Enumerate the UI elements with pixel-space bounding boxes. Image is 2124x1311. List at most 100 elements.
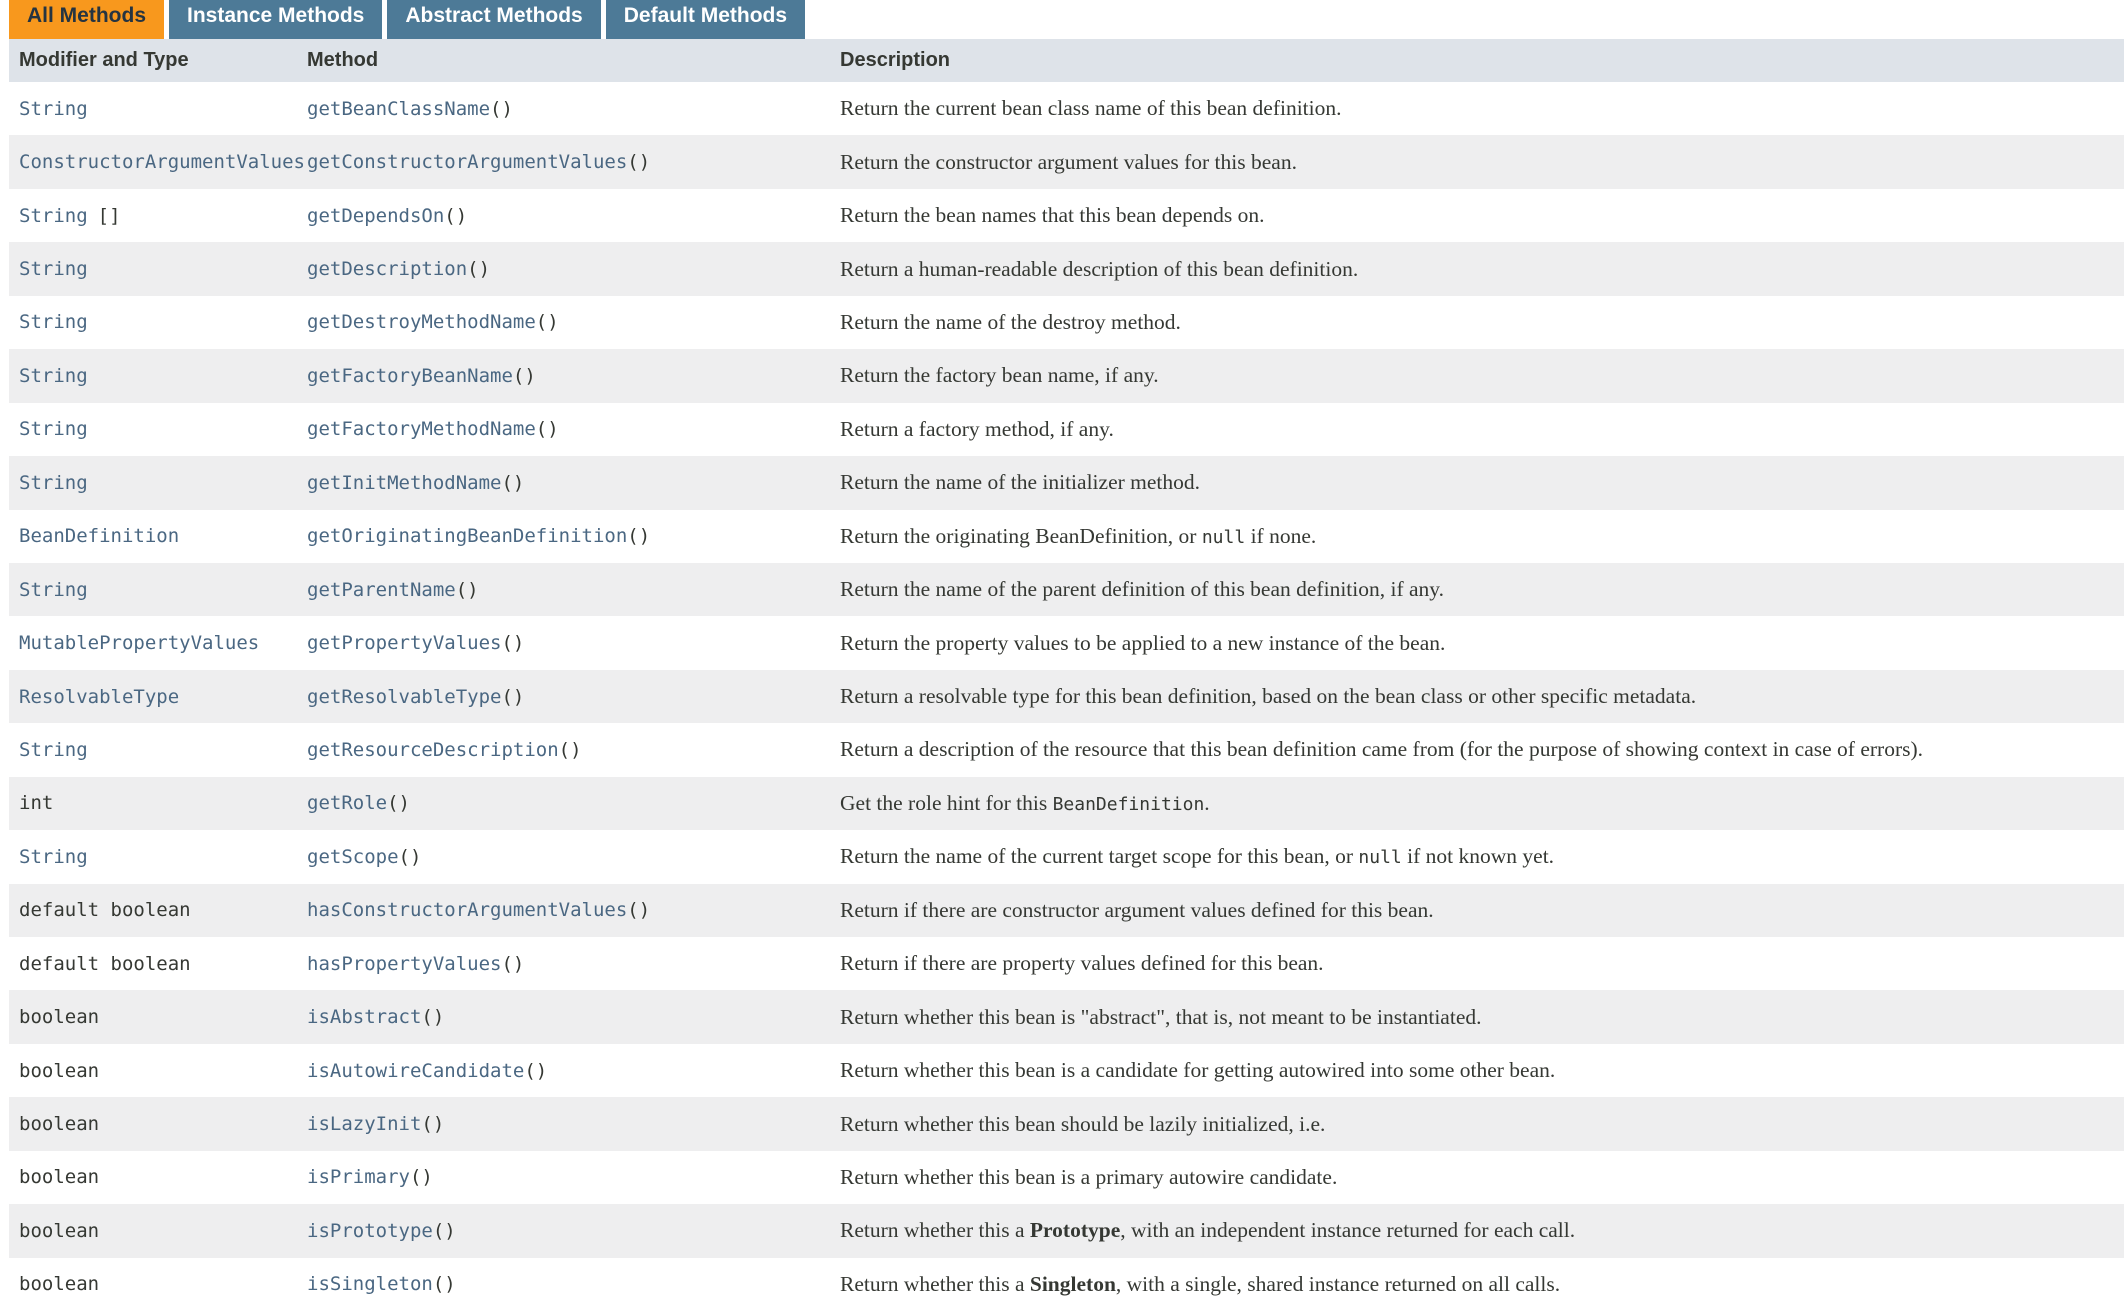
type-link[interactable]: String <box>19 418 88 440</box>
tab-instance-methods[interactable]: Instance Methods <box>169 0 383 39</box>
type-link[interactable]: MutablePropertyValues <box>19 632 259 654</box>
method-link[interactable]: isLazyInit <box>307 1113 421 1135</box>
tab-default-methods[interactable]: Default Methods <box>605 0 806 39</box>
method-link[interactable]: getDescription <box>307 258 467 280</box>
description-text: Return a human-readable description of t… <box>840 256 1359 281</box>
method-link[interactable]: getRole <box>307 792 387 814</box>
table-row: boolean isPrimary() Return whether this be… <box>9 1150 2124 1205</box>
method-parens: () <box>387 792 410 815</box>
table-row: boolean isLazyInit() Return whether this b… <box>9 1097 2124 1151</box>
method-parens: () <box>558 738 582 761</box>
method-link[interactable]: hasConstructorArgumentValues <box>307 899 627 921</box>
type-link[interactable]: String <box>19 846 88 868</box>
method-link[interactable]: getParentName <box>307 579 456 601</box>
type-cell: int <box>9 792 297 814</box>
description-cell: Return whether this bean is "abstract", … <box>830 1005 2124 1030</box>
method-link[interactable]: getFactoryBeanName <box>307 365 513 387</box>
method-cell: getPropertyValues() <box>297 632 830 654</box>
type-text: int <box>19 792 54 815</box>
method-parens: () <box>627 151 651 174</box>
method-link[interactable]: isSingleton <box>307 1273 433 1295</box>
type-link[interactable]: String <box>19 205 88 227</box>
method-link[interactable]: getOriginatingBeanDefinition <box>307 525 627 547</box>
method-parens: () <box>432 1273 456 1296</box>
method-link[interactable]: getFactoryMethodName <box>307 418 536 440</box>
type-text: default boolean <box>19 899 191 922</box>
tab-all-methods[interactable]: All Methods <box>9 0 164 39</box>
description-cell: Return if there are property values defi… <box>830 951 2124 976</box>
method-link[interactable]: getConstructorArgumentValues <box>307 151 627 173</box>
type-cell: String <box>9 579 297 601</box>
description-cell: Return whether this a Prototype, with an… <box>830 1218 2124 1243</box>
bold-term: Prototype <box>1029 1218 1121 1243</box>
description-text: Return the originating BeanDefinition, o… <box>840 523 1202 548</box>
inline-code: null <box>1358 847 1402 869</box>
column-header-method: Method <box>307 49 379 71</box>
table-row: MutablePropertyValues getPropertyValues()… <box>9 616 2124 670</box>
description-text: if not known yet. <box>1401 844 1555 869</box>
method-link[interactable]: getResolvableType <box>307 686 501 708</box>
method-summary: All Methods Instance Methods Abstract Me… <box>9 0 2124 1311</box>
table-row: BeanDefinition getOriginatingBeanDefiniti… <box>9 509 2124 563</box>
type-link[interactable]: String <box>19 739 88 761</box>
type-cell: MutablePropertyValues <box>9 632 297 654</box>
type-cell: String <box>9 98 297 120</box>
method-cell: getBeanClassName() <box>297 98 830 120</box>
table-row: int getRole() Get the role hint for this B… <box>9 776 2124 831</box>
description-cell: Return the name of the parent definition… <box>830 577 2124 602</box>
method-link[interactable]: isPrimary <box>307 1166 410 1188</box>
method-cell: getParentName() <box>297 579 830 601</box>
description-text: Return the name of the destroy method. <box>840 309 1181 334</box>
type-link[interactable]: String <box>19 472 88 494</box>
method-link[interactable]: getScope <box>307 846 399 868</box>
method-parens: () <box>467 258 491 281</box>
method-link[interactable]: isPrototype <box>307 1220 433 1242</box>
description-cell: Return the factory bean name, if any. <box>830 363 2124 388</box>
method-link[interactable]: isAbstract <box>307 1006 421 1028</box>
type-link[interactable]: ResolvableType <box>19 686 179 708</box>
method-parens: () <box>421 1113 445 1136</box>
method-parens: () <box>455 578 479 601</box>
type-link[interactable]: String <box>19 98 88 120</box>
type-cell: String <box>9 846 297 868</box>
table-row: default boolean hasConstructorArgumentVal… <box>9 883 2124 937</box>
table-row: String getBeanClassName() Return the curre… <box>9 82 2124 136</box>
type-text: default boolean <box>19 952 191 975</box>
method-link[interactable]: getDestroyMethodName <box>307 311 536 333</box>
type-link[interactable]: String <box>19 365 88 387</box>
method-link[interactable]: hasPropertyValues <box>307 953 501 975</box>
description-text: Return a description of the resource tha… <box>840 737 1924 762</box>
type-link[interactable]: String <box>19 311 88 333</box>
method-link[interactable]: isAutowireCandidate <box>307 1060 524 1082</box>
description-text: Return whether this bean is "abstract", … <box>840 1004 1482 1029</box>
description-cell: Get the role hint for this BeanDefinitio… <box>830 791 2124 816</box>
description-cell: Return the constructor argument values f… <box>830 150 2124 175</box>
type-link[interactable]: String <box>19 579 88 601</box>
inline-code: BeanDefinition <box>1052 793 1205 815</box>
method-link[interactable]: getDependsOn <box>307 205 444 227</box>
type-cell: String <box>9 258 297 280</box>
table-row: boolean isAutowireCandidate() Return wheth… <box>9 1043 2124 1098</box>
tab-abstract-methods[interactable]: Abstract Methods <box>387 0 601 39</box>
method-link[interactable]: getBeanClassName <box>307 98 490 120</box>
method-cell: hasConstructorArgumentValues() <box>297 899 830 921</box>
description-cell: Return the current bean class name of th… <box>830 96 2124 121</box>
method-cell: isAutowireCandidate() <box>297 1060 830 1082</box>
method-parens: () <box>409 1166 433 1189</box>
type-cell: boolean <box>9 1006 297 1028</box>
description-text: if none. <box>1245 523 1317 548</box>
description-cell: Return if there are constructor argument… <box>830 898 2124 923</box>
type-link[interactable]: String <box>19 258 88 280</box>
method-link[interactable]: getResourceDescription <box>307 739 559 761</box>
method-link[interactable]: getPropertyValues <box>307 632 501 654</box>
method-parens: () <box>501 952 525 975</box>
description-cell: Return a factory method, if any. <box>830 417 2124 442</box>
method-cell: isSingleton() <box>297 1273 830 1295</box>
type-link[interactable]: BeanDefinition <box>19 525 179 547</box>
type-cell: String <box>9 472 297 494</box>
method-link[interactable]: getInitMethodName <box>307 472 501 494</box>
description-text: , with a single, shared instance returne… <box>1115 1271 1561 1296</box>
type-link[interactable]: ConstructorArgumentValues <box>19 151 305 173</box>
column-header-type: Modifier and Type <box>19 49 189 71</box>
method-parens: () <box>398 845 422 868</box>
